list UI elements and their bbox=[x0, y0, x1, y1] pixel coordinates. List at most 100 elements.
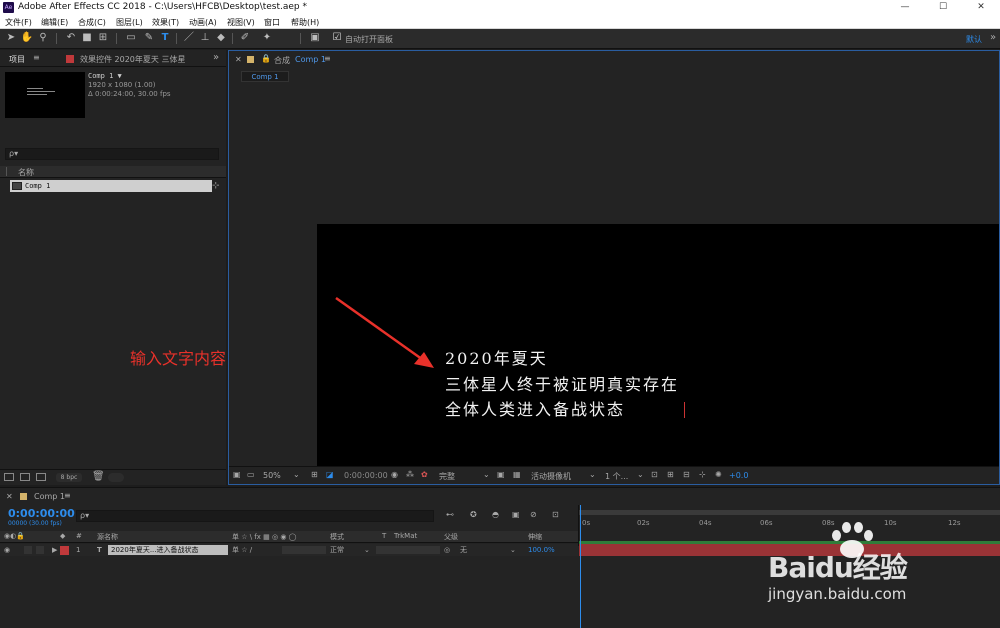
menu-composition[interactable]: 合成(C) bbox=[78, 17, 106, 28]
menu-effect[interactable]: 效果(T) bbox=[152, 17, 179, 28]
menu-help[interactable]: 帮助(H) bbox=[291, 17, 319, 28]
layer-switches-icon[interactable]: 单 ☆ / bbox=[232, 544, 252, 556]
puppet-pin-tool-icon[interactable]: ✦ bbox=[260, 31, 274, 45]
workspace-default[interactable]: 默认 bbox=[966, 34, 982, 45]
canvas-text-line-1[interactable]: 2020年夏天 bbox=[445, 345, 548, 369]
safe-zones-icon[interactable]: ⊞ bbox=[311, 470, 318, 479]
close-tab-icon[interactable]: ✕ bbox=[6, 492, 13, 501]
comp-mini-flowchart-icon[interactable]: ⊷ bbox=[446, 510, 454, 519]
delete-icon[interactable]: 🗑 bbox=[92, 471, 105, 482]
menu-window[interactable]: 窗口 bbox=[264, 17, 280, 28]
layer-switch-boxes[interactable] bbox=[282, 546, 326, 554]
flowchart-icon[interactable]: ⊹ bbox=[212, 181, 220, 191]
bpc-button[interactable]: 8 bpc bbox=[56, 473, 82, 482]
auto-open-checkbox[interactable]: ☑ bbox=[330, 31, 344, 45]
views-select[interactable]: 1 个... bbox=[605, 471, 628, 482]
viewer-tab-comp[interactable]: Comp 1 bbox=[295, 55, 326, 64]
menu-view[interactable]: 视图(V) bbox=[227, 17, 255, 28]
show-snapshot-icon[interactable]: ⁂ bbox=[406, 470, 414, 479]
layer-toggle-icon[interactable]: ▣ bbox=[308, 31, 322, 45]
type-tool-icon[interactable]: T bbox=[158, 31, 172, 45]
interpret-footage-icon[interactable] bbox=[4, 473, 14, 481]
camera-tool-icon[interactable]: ■ bbox=[80, 31, 94, 45]
snapshot-icon[interactable]: ◉ bbox=[391, 470, 398, 479]
menu-layer[interactable]: 图层(L) bbox=[116, 17, 143, 28]
graph-editor-icon[interactable]: ⊡ bbox=[552, 510, 559, 519]
current-time[interactable]: 0:00:00:00 bbox=[8, 507, 75, 520]
timeline-search-input[interactable]: ρ▾ bbox=[76, 510, 434, 522]
mode-select[interactable]: 正常 bbox=[330, 544, 344, 556]
close-button[interactable]: ✕ bbox=[962, 0, 1000, 15]
region-of-interest-icon[interactable]: ▣ bbox=[497, 470, 505, 479]
parent-select[interactable]: 无 bbox=[460, 544, 467, 556]
panel-expand-icon[interactable]: » bbox=[213, 52, 219, 63]
preview-icon[interactable]: ▣ bbox=[233, 470, 241, 479]
clone-stamp-tool-icon[interactable]: ⊥ bbox=[198, 31, 212, 45]
minimize-button[interactable]: — bbox=[886, 0, 924, 15]
viewer-tab-menu-icon[interactable]: ≡ bbox=[324, 54, 331, 63]
rectangle-tool-icon[interactable]: ▭ bbox=[124, 31, 138, 45]
work-area-bar[interactable] bbox=[579, 510, 1000, 515]
menu-animation[interactable]: 动画(A) bbox=[189, 17, 217, 28]
canvas-text-line-3[interactable]: 全体人类进入备战状态 bbox=[445, 396, 625, 420]
menu-edit[interactable]: 编辑(E) bbox=[41, 17, 68, 28]
maximize-button[interactable]: ☐ bbox=[924, 0, 962, 15]
timeline-tab-label[interactable]: Comp 1 bbox=[34, 492, 65, 501]
toggle-pixel-aspect-icon[interactable]: ⊡ bbox=[651, 470, 658, 479]
viewer-tab-label[interactable]: 合成 bbox=[274, 55, 290, 66]
table-row[interactable]: ◉ ▶ 1 T 2020年夏天...进入备战状态 单 ☆ / 正常 ⌄ ◎ 无 … bbox=[0, 544, 578, 556]
shy-layers-icon[interactable]: ◓ bbox=[492, 510, 499, 519]
current-time-indicator[interactable] bbox=[580, 505, 581, 628]
layer-name[interactable]: 2020年夏天...进入备战状态 bbox=[111, 544, 199, 556]
stretch-value[interactable]: 100.0% bbox=[528, 544, 555, 556]
zoom-tool-icon[interactable]: ⚲ bbox=[36, 31, 50, 45]
eye-icon[interactable]: ◉ bbox=[4, 544, 10, 556]
close-tab-icon[interactable]: ✕ bbox=[235, 55, 242, 64]
project-item-comp[interactable]: Comp 1 bbox=[10, 180, 212, 192]
monitor-icon[interactable]: ▭ bbox=[247, 470, 255, 479]
fast-previews-icon[interactable]: ⊞ bbox=[667, 470, 674, 479]
tab-menu-icon[interactable]: ≡ bbox=[33, 53, 40, 62]
timeline-tab-menu-icon[interactable]: ≡ bbox=[64, 491, 71, 500]
viewer-timecode[interactable]: 0:00:00:00 bbox=[344, 471, 388, 480]
new-folder-icon[interactable] bbox=[20, 473, 30, 481]
exposure-value[interactable]: +0.0 bbox=[729, 471, 748, 480]
motion-blur-icon[interactable]: ⊘ bbox=[530, 510, 537, 519]
mask-visibility-icon[interactable]: ◪ bbox=[326, 470, 334, 479]
canvas-text-line-2[interactable]: 三体星人终于被证明真实存在 bbox=[445, 371, 679, 395]
eraser-tool-icon[interactable]: ◆ bbox=[214, 31, 228, 45]
thumbnail-toggle[interactable] bbox=[108, 473, 124, 482]
trkmat-select[interactable] bbox=[376, 546, 440, 554]
zoom-select[interactable]: 50% bbox=[263, 471, 281, 480]
rotate-tool-icon[interactable]: ↶ bbox=[64, 31, 78, 45]
menu-file[interactable]: 文件(F) bbox=[5, 17, 32, 28]
resolution-select[interactable]: 完整 bbox=[439, 471, 455, 482]
brush-tool-icon[interactable]: ／ bbox=[182, 31, 196, 45]
transparency-grid-icon[interactable]: ▦ bbox=[513, 470, 521, 479]
solo-toggle[interactable] bbox=[36, 546, 44, 554]
comp-subtab[interactable]: Comp 1 bbox=[241, 71, 289, 82]
hand-tool-icon[interactable]: ✋ bbox=[20, 31, 34, 45]
label-color-swatch[interactable] bbox=[60, 546, 69, 555]
expand-arrow-icon[interactable]: ▶ bbox=[52, 544, 57, 556]
audio-toggle[interactable] bbox=[24, 546, 32, 554]
camera-select[interactable]: 活动摄像机 bbox=[531, 471, 571, 482]
selection-tool-icon[interactable]: ➤ bbox=[4, 31, 18, 45]
pickwhip-icon[interactable]: ◎ bbox=[444, 544, 450, 556]
lock-icon[interactable]: 🔒 bbox=[261, 54, 271, 63]
pan-behind-tool-icon[interactable]: ⊞ bbox=[96, 31, 110, 45]
color-channels-icon[interactable]: ✿ bbox=[421, 470, 428, 479]
column-name[interactable]: 名称 bbox=[18, 167, 34, 178]
tab-project[interactable]: 项目 bbox=[9, 54, 25, 65]
draft-3d-icon[interactable]: ✪ bbox=[470, 510, 477, 519]
roto-brush-tool-icon[interactable]: ✐ bbox=[238, 31, 252, 45]
source-name-header[interactable]: 源名称 bbox=[97, 532, 118, 542]
new-comp-icon[interactable] bbox=[36, 473, 46, 481]
pen-tool-icon[interactable]: ✎ bbox=[142, 31, 156, 45]
project-search-input[interactable]: ρ▾ bbox=[5, 148, 219, 160]
reset-exposure-icon[interactable]: ✺ bbox=[715, 470, 722, 479]
timeline-icon[interactable]: ⊟ bbox=[683, 470, 690, 479]
workspace-more-icon[interactable]: » bbox=[990, 32, 996, 43]
frame-blending-icon[interactable]: ▣ bbox=[512, 510, 520, 519]
tab-effect-controls[interactable]: 效果控件 2020年夏天 三体星 bbox=[80, 54, 185, 65]
